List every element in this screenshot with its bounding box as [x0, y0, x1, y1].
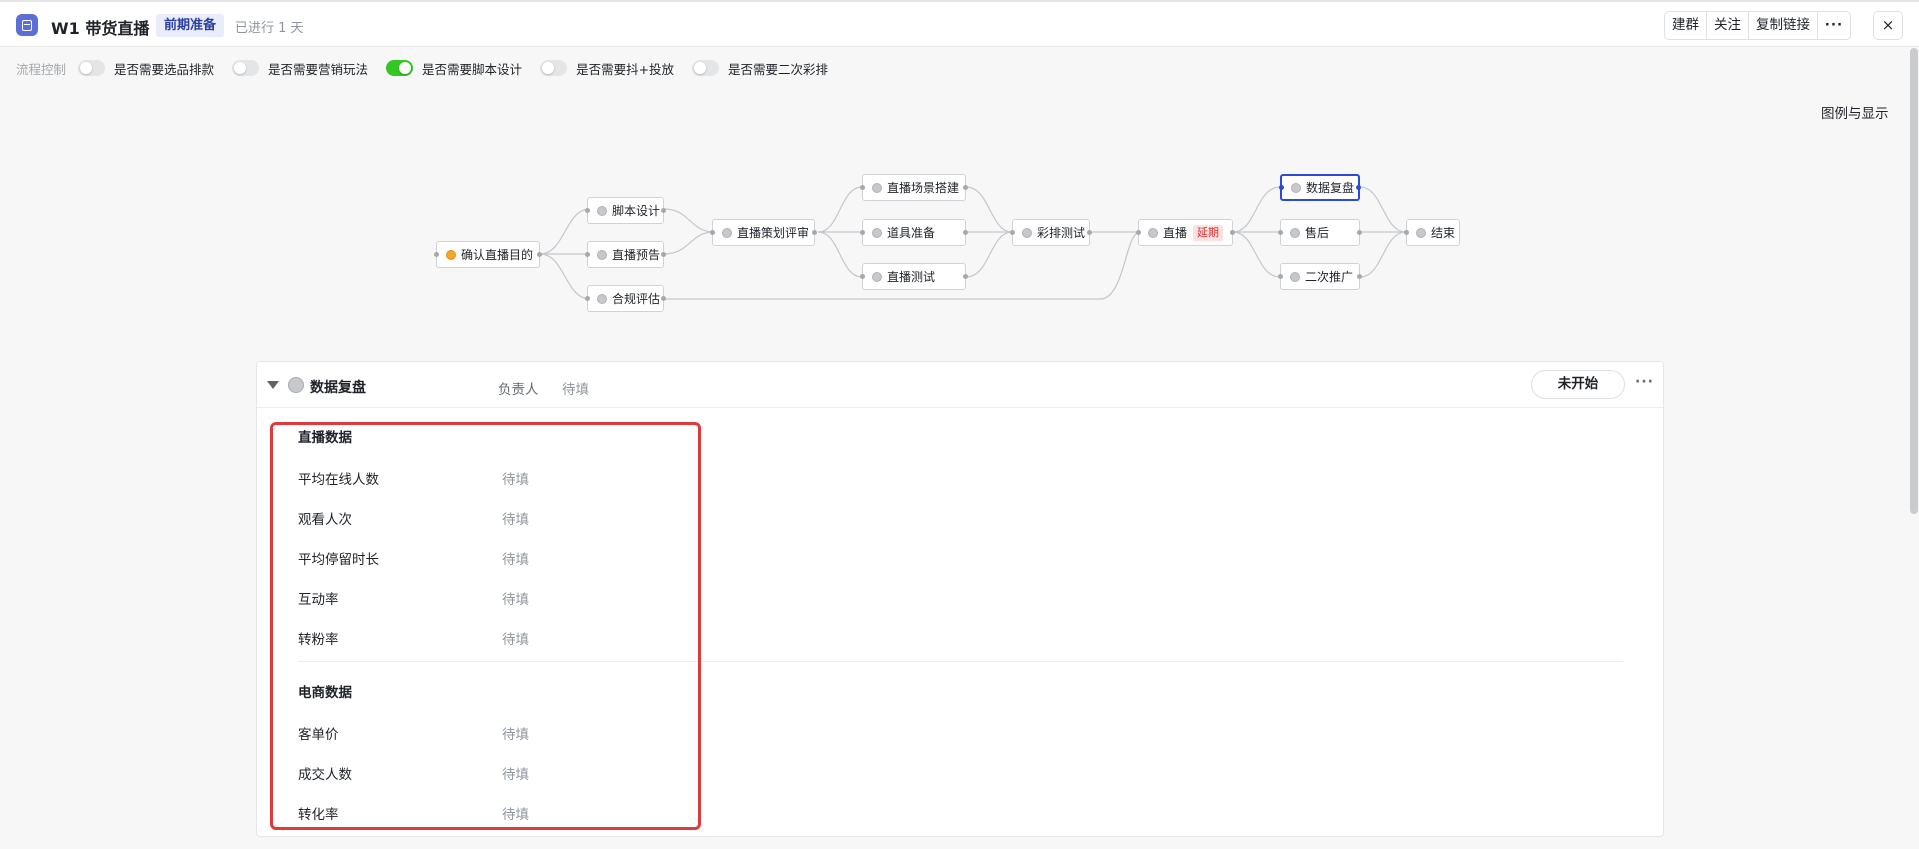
- elapsed-time: 已进行 1 天: [235, 21, 304, 36]
- toggle-label: 是否需要选品排款: [114, 61, 215, 77]
- legend-display-link[interactable]: 图例与显示: [1821, 102, 1889, 122]
- toggle-script[interactable]: 是否需要脚本设计: [386, 59, 522, 78]
- node-label: 合规评估: [612, 292, 661, 306]
- vertical-scrollbar[interactable]: [1910, 48, 1918, 514]
- status-dot-icon: [597, 205, 607, 216]
- owner-label: 负责人: [498, 382, 539, 398]
- panel-header: 数据复盘 负责人 待填 未开始 ···: [257, 362, 1663, 408]
- process-flow: 确认直播目的 脚本设计 直播预告 合规评估 直播策划评审 直播场景搭建 道具准备…: [0, 170, 1919, 330]
- status-dot-icon: [597, 249, 607, 260]
- toggle-switch[interactable]: [540, 60, 568, 76]
- node-label: 直播: [1163, 226, 1188, 240]
- collapse-caret-icon[interactable]: [267, 381, 279, 389]
- delay-badge: 延期: [1193, 224, 1224, 241]
- status-dot-icon: [1290, 227, 1300, 238]
- phase-badge[interactable]: 前期准备: [156, 14, 225, 37]
- toggle-switch[interactable]: [692, 60, 720, 76]
- status-dot-icon: [446, 249, 456, 260]
- node-live-preview[interactable]: 直播预告: [585, 241, 666, 268]
- status-dot-icon: [1290, 271, 1300, 282]
- node-label: 二次推广: [1305, 270, 1354, 284]
- status-dot-icon: [722, 227, 732, 238]
- node-end[interactable]: 结束: [1404, 219, 1460, 246]
- node-label: 数据复盘: [1306, 181, 1355, 195]
- create-group-button[interactable]: 建群: [1665, 12, 1707, 39]
- toggle-label: 是否需要脚本设计: [422, 61, 523, 77]
- node-props-prep[interactable]: 道具准备: [860, 219, 968, 246]
- toggle-switch[interactable]: [78, 60, 106, 76]
- node-rehearsal[interactable]: 彩排测试: [1010, 219, 1092, 246]
- node-live[interactable]: 直播 延期: [1136, 219, 1235, 246]
- node-live-test[interactable]: 直播测试: [860, 263, 968, 290]
- more-icon[interactable]: ···: [1635, 374, 1654, 390]
- toggle-switch[interactable]: [386, 60, 414, 76]
- status-dot-icon: [288, 377, 304, 393]
- status-dot-icon: [1291, 182, 1301, 193]
- status-dot-icon: [1416, 227, 1426, 238]
- node-after-sales[interactable]: 售后: [1278, 219, 1362, 246]
- node-label: 结束: [1431, 226, 1456, 240]
- node-confirm-goal[interactable]: 确认直播目的: [434, 241, 542, 268]
- status-dot-icon: [1022, 227, 1032, 238]
- highlight-box: [270, 422, 701, 830]
- toggle-douplus[interactable]: 是否需要抖+投放: [540, 59, 674, 78]
- page-title: W1 带货直播: [51, 19, 150, 38]
- process-control-bar: 流程控制 是否需要选品排款 是否需要营销玩法 是否需要脚本设计 是否需要抖+投放…: [16, 58, 846, 78]
- node-label: 脚本设计: [612, 204, 661, 218]
- toggle-selection[interactable]: 是否需要选品排款: [78, 59, 214, 78]
- top-header: W1 带货直播 前期准备 已进行 1 天 建群 关注 复制链接 ··· ×: [0, 0, 1919, 47]
- panel-title: 数据复盘: [310, 380, 366, 396]
- node-label: 确认直播目的: [461, 248, 534, 262]
- more-icon[interactable]: ···: [1818, 12, 1850, 39]
- node-label: 直播测试: [887, 270, 936, 284]
- header-actions: 建群 关注 复制链接 ···: [1664, 11, 1851, 40]
- node-label: 直播策划评审: [737, 226, 810, 240]
- follow-button[interactable]: 关注: [1707, 12, 1749, 39]
- node-label: 直播预告: [612, 248, 661, 262]
- close-icon[interactable]: ×: [1873, 11, 1903, 40]
- process-control-label: 流程控制: [16, 61, 67, 77]
- node-label: 道具准备: [887, 226, 936, 240]
- node-script-design[interactable]: 脚本设计: [585, 197, 666, 224]
- owner-field[interactable]: 待填: [562, 378, 589, 398]
- status-dot-icon: [597, 293, 607, 304]
- node-label: 彩排测试: [1037, 226, 1086, 240]
- status-button[interactable]: 未开始: [1531, 370, 1625, 399]
- toggle-label: 是否需要二次彩排: [728, 61, 829, 77]
- status-dot-icon: [872, 182, 882, 193]
- status-dot-icon: [1148, 227, 1158, 238]
- status-dot-icon: [872, 227, 882, 238]
- node-scene-build[interactable]: 直播场景搭建: [860, 174, 968, 201]
- toggle-label: 是否需要营销玩法: [268, 61, 369, 77]
- copy-link-button[interactable]: 复制链接: [1749, 12, 1818, 39]
- node-compliance[interactable]: 合规评估: [585, 285, 666, 312]
- toggle-switch[interactable]: [232, 60, 260, 76]
- toggle-marketing[interactable]: 是否需要营销玩法: [232, 59, 368, 78]
- node-plan-review[interactable]: 直播策划评审: [710, 219, 817, 246]
- node-label: 售后: [1305, 226, 1330, 240]
- node-label: 直播场景搭建: [887, 181, 960, 195]
- toggle-label: 是否需要抖+投放: [576, 61, 675, 77]
- node-promotion[interactable]: 二次推广: [1278, 263, 1362, 290]
- toggle-rehearsal[interactable]: 是否需要二次彩排: [692, 59, 828, 78]
- status-dot-icon: [872, 271, 882, 282]
- node-data-review[interactable]: 数据复盘: [1279, 174, 1361, 201]
- task-icon: [16, 14, 38, 36]
